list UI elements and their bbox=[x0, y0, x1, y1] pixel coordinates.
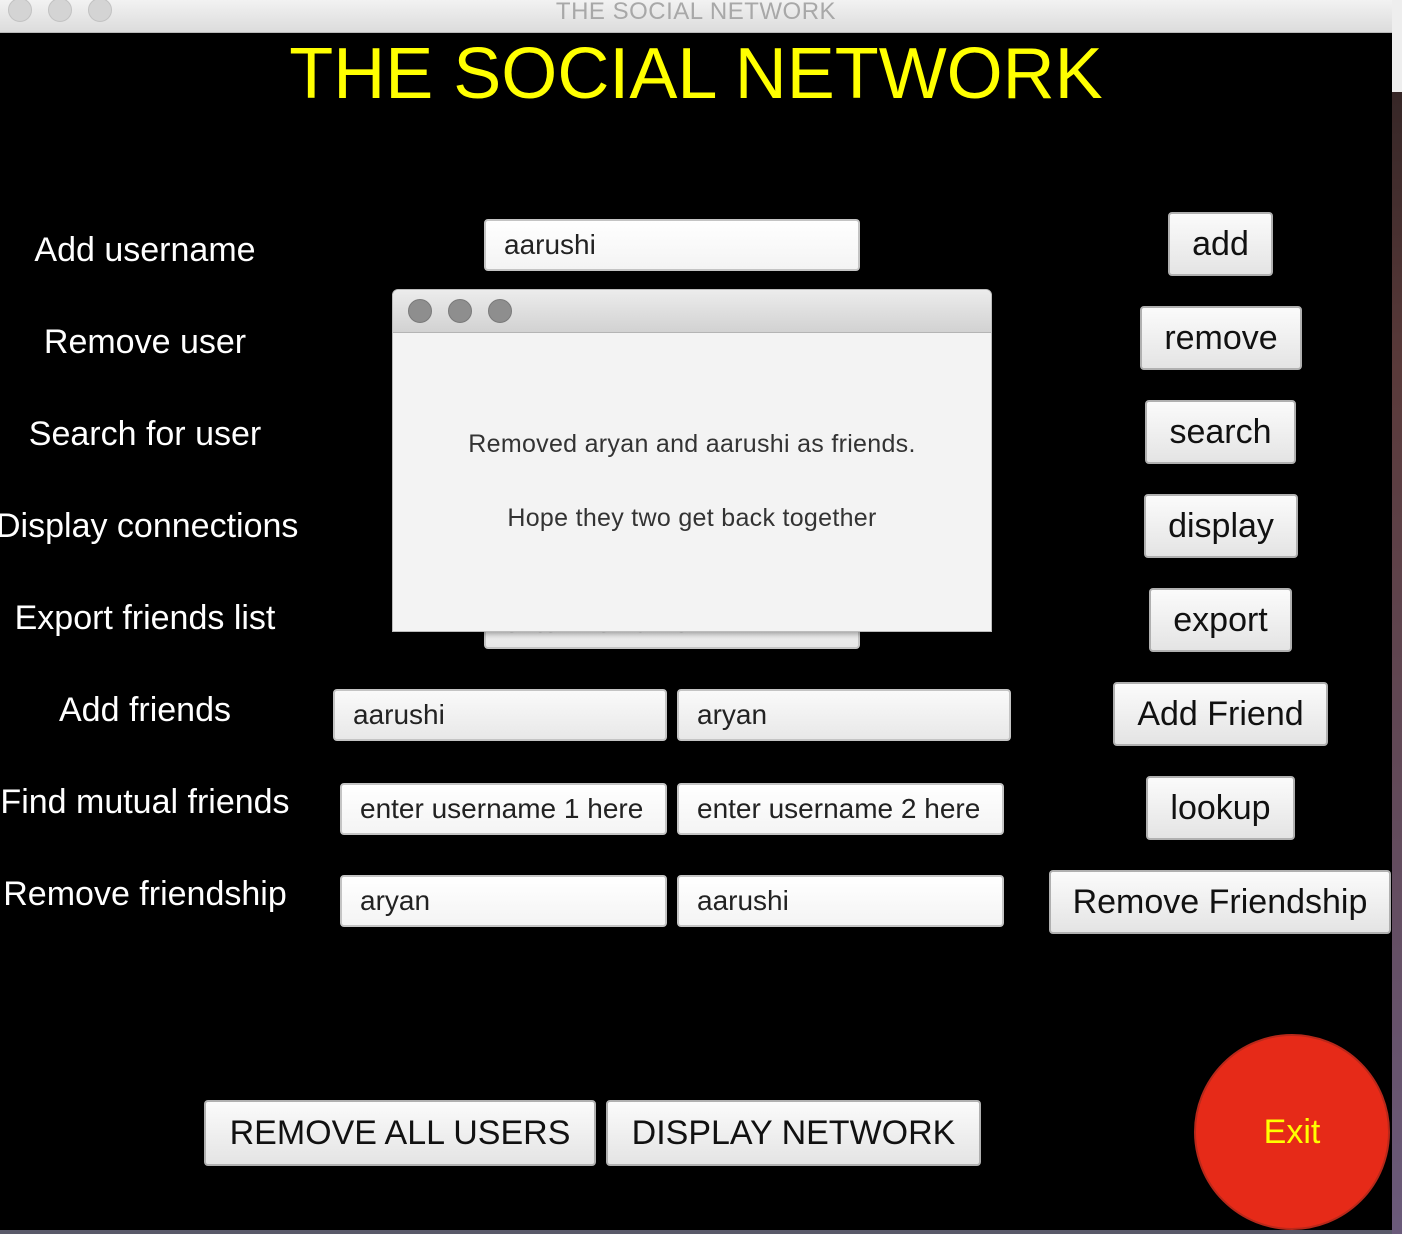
page-title: THE SOCIAL NETWORK bbox=[289, 34, 1103, 114]
remove-user-label: Remove user bbox=[43, 323, 247, 361]
desktop-background bbox=[1392, 0, 1402, 1234]
add-friend-user1-input[interactable]: aarushi bbox=[333, 689, 667, 741]
dialog-minimize-icon[interactable] bbox=[448, 299, 472, 323]
add-friend-user2-input[interactable]: aryan bbox=[677, 689, 1011, 741]
window-title: THE SOCIAL NETWORK bbox=[555, 0, 837, 25]
dialog-close-icon[interactable] bbox=[408, 299, 432, 323]
lookup-button[interactable]: lookup bbox=[1146, 776, 1295, 840]
remove-all-users-button[interactable]: REMOVE ALL USERS bbox=[204, 1100, 596, 1166]
display-network-button[interactable]: DISPLAY NETWORK bbox=[606, 1100, 981, 1166]
mutual-user1-input[interactable]: enter username 1 here bbox=[340, 783, 667, 835]
mutual-user2-input[interactable]: enter username 2 here bbox=[677, 783, 1004, 835]
display-connections-label: Display connections bbox=[0, 507, 299, 545]
add-button[interactable]: add bbox=[1168, 212, 1273, 276]
add-username-label: Add username bbox=[34, 231, 256, 269]
remove-friendship-user2-input[interactable]: aarushi bbox=[677, 875, 1004, 927]
export-button[interactable]: export bbox=[1149, 588, 1292, 652]
search-button[interactable]: search bbox=[1145, 400, 1296, 464]
remove-friendship-label: Remove friendship bbox=[3, 875, 287, 913]
dialog-titlebar bbox=[393, 290, 991, 333]
app-window: THE SOCIAL NETWORK THE SOCIAL NETWORK Ad… bbox=[0, 0, 1392, 1234]
search-user-label: Search for user bbox=[28, 415, 262, 453]
remove-friendship-button[interactable]: Remove Friendship bbox=[1049, 870, 1391, 934]
mutual-friends-label: Find mutual friends bbox=[0, 783, 290, 821]
add-friends-label: Add friends bbox=[59, 691, 231, 729]
window-scroll-edge bbox=[1392, 0, 1402, 92]
window-bottom-edge bbox=[0, 1230, 1392, 1234]
export-friends-label: Export friends list bbox=[14, 599, 276, 637]
dialog-message-line1: Removed aryan and aarushi as friends. bbox=[468, 430, 916, 458]
dialog-zoom-icon[interactable] bbox=[488, 299, 512, 323]
remove-button[interactable]: remove bbox=[1140, 306, 1302, 370]
exit-button[interactable]: Exit bbox=[1194, 1034, 1390, 1230]
dialog-message-line2: Hope they two get back together bbox=[507, 504, 877, 532]
message-dialog: Removed aryan and aarushi as friends. Ho… bbox=[392, 289, 992, 632]
window-titlebar: THE SOCIAL NETWORK bbox=[0, 0, 1392, 33]
add-friend-button[interactable]: Add Friend bbox=[1113, 682, 1328, 746]
remove-friendship-user1-input[interactable]: aryan bbox=[340, 875, 667, 927]
add-username-input[interactable]: aarushi bbox=[484, 219, 860, 271]
display-button[interactable]: display bbox=[1144, 494, 1298, 558]
